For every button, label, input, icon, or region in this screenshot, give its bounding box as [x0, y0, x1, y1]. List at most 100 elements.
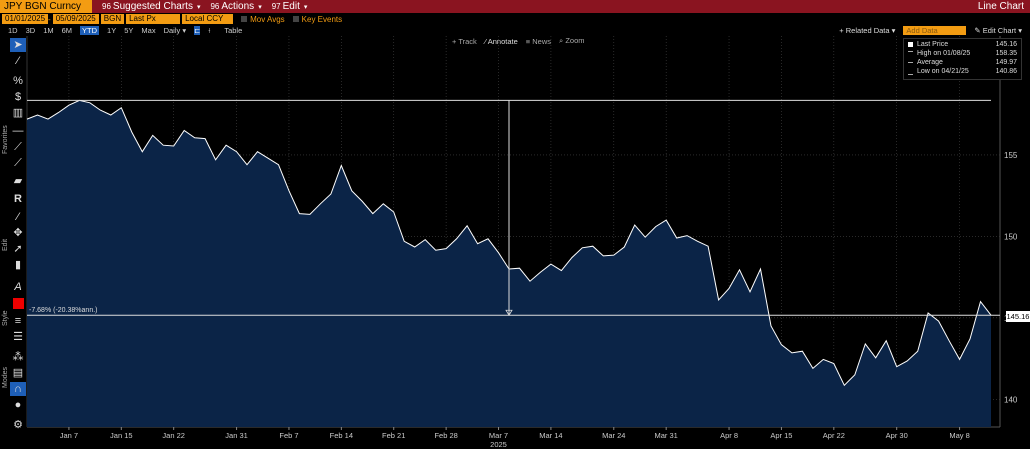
legend-value: 140.86 — [995, 68, 1017, 75]
layers-icon[interactable]: ▤ — [10, 366, 26, 380]
legend-label: Last Price — [917, 41, 949, 48]
regression-icon[interactable]: R — [10, 192, 26, 206]
period-bar-right: + Related Data ▾ Add Data ✎ Edit Chart ▾ — [839, 26, 1030, 35]
legend-value: 149.97 — [995, 59, 1017, 66]
columns-icon[interactable]: ▥ — [10, 106, 26, 120]
hline-icon[interactable]: — — [10, 124, 26, 138]
x-tick-label: Feb 21 — [382, 431, 405, 440]
annotate-label: Annotate — [487, 36, 518, 46]
x-tick-label: Apr 8 — [720, 431, 738, 440]
x-year-label: 2025 — [490, 440, 507, 449]
x-tick-label: Feb 28 — [434, 431, 457, 440]
legend-average: Average 149.97 — [907, 58, 1019, 67]
options-icon[interactable]: ⟊ — [208, 26, 210, 36]
news-label: News — [532, 36, 552, 46]
mov-avgs-checkbox[interactable] — [241, 16, 248, 22]
legend-marker — [908, 51, 913, 57]
percent-icon[interactable]: % — [10, 74, 26, 88]
cursor-icon[interactable]: ➤ — [10, 38, 26, 52]
period-6m[interactable]: 6M — [62, 26, 72, 35]
track-tool[interactable]: + Track — [452, 37, 477, 46]
currency-select[interactable]: Local CCY — [182, 14, 234, 24]
text-icon[interactable]: A — [10, 280, 26, 294]
trash-icon[interactable]: ▮ — [10, 258, 26, 272]
chart-type-icon[interactable]: ⊏ — [194, 26, 201, 35]
edit-menu[interactable]: 97 Edit ▾ — [272, 1, 308, 12]
end-date-field[interactable]: 05/09/2025 — [52, 14, 99, 24]
table-button[interactable]: Table — [224, 26, 242, 35]
settings-bar: 01/01/2025 - 05/09/2025 BGN Last Px Loca… — [0, 13, 1030, 25]
chart-toolbar: + Track ⁄ Annotate ≡ News ⌕ Zoom — [452, 36, 592, 46]
date-separator: - — [48, 14, 51, 24]
actions-menu[interactable]: 96 Actions ▾ — [210, 1, 261, 12]
x-tick-label: Feb 14 — [330, 431, 353, 440]
magnet-icon[interactable]: ∩ — [10, 382, 26, 396]
settings-gear-icon[interactable]: ⚙ — [10, 418, 26, 432]
chevron-down-icon: ▾ — [303, 3, 308, 11]
channel-icon[interactable]: ▰ — [10, 174, 26, 188]
period-bar: 1D 3D 1M 6M YTD 1Y 5Y Max Daily ▾ ⊏ ⟊ Ta… — [0, 25, 1030, 36]
trend-line-icon[interactable]: ⟋ — [10, 140, 26, 154]
source-field[interactable]: BGN — [100, 14, 125, 24]
x-tick-label: Jan 7 — [60, 431, 78, 440]
frequency-label: Daily — [163, 26, 181, 35]
ticker-field[interactable]: JPY BGN Curncy — [0, 0, 92, 13]
legend-value: 158.35 — [995, 50, 1017, 57]
drawing-sidebar: ➤ ⁄ % $ ▥ — ⟋ ⟋ ▰ R ⁄ ✥ ➚ ▮ A ≡ ☰ ⁂ ▤ ∩ … — [2, 36, 28, 436]
style-section-label: Style — [2, 310, 9, 326]
field-select[interactable]: Last Px — [126, 14, 181, 24]
edit-chart-label: Edit Chart — [982, 26, 1017, 35]
x-tick-label: Feb 7 — [279, 431, 298, 440]
zoom-tool[interactable]: ⌕ Zoom — [559, 36, 584, 46]
x-tick-label: Jan 15 — [110, 431, 133, 440]
period-1d[interactable]: 1D — [8, 26, 18, 35]
modes-section-label: Modes — [2, 366, 9, 388]
edit-chart-button[interactable]: ✎ Edit Chart ▾ — [974, 26, 1022, 35]
legend-label: Average — [917, 59, 943, 66]
period-ytd[interactable]: YTD — [80, 26, 100, 35]
annotation-label: -7.68% (-20.38%ann.) — [29, 307, 97, 314]
period-5y[interactable]: 5Y — [124, 26, 133, 35]
news-tool[interactable]: ≡ News — [526, 37, 551, 46]
suggested-charts-label: Suggested Charts — [112, 1, 193, 12]
frequency-select[interactable]: Daily ▾ — [164, 26, 187, 35]
track-label: Track — [458, 36, 477, 46]
fibonacci-icon[interactable]: $ — [10, 90, 26, 104]
chevron-down-icon: ▾ — [258, 3, 262, 11]
line-style-icon[interactable]: ≡ — [10, 314, 26, 328]
x-tick-label: Apr 30 — [886, 431, 908, 440]
color-swatch-icon[interactable] — [10, 296, 26, 310]
zoom-label: Zoom — [565, 36, 585, 45]
legend-label: High on 01/08/25 — [917, 50, 971, 57]
mov-avgs-label: Mov Avgs — [250, 14, 285, 24]
move-icon[interactable]: ✥ — [10, 226, 26, 240]
price-chart[interactable]: 140145150155Jan 7Jan 15Jan 22Jan 31Feb 7… — [0, 36, 1030, 449]
period-max[interactable]: Max — [141, 26, 155, 35]
pattern-icon[interactable]: ⁂ — [10, 350, 26, 364]
annotate-tool[interactable]: ⁄ Annotate — [485, 37, 518, 46]
key-events-label: Key Events — [301, 14, 343, 24]
pen-icon[interactable]: ⁄ — [10, 54, 26, 68]
related-data-button[interactable]: + Related Data ▾ — [839, 26, 895, 35]
suggested-charts-menu[interactable]: 96 Suggested Charts ▾ — [102, 1, 200, 12]
window-title: Line Chart — [977, 1, 1024, 12]
key-events-checkbox[interactable] — [292, 16, 299, 22]
start-date-field[interactable]: 01/01/2025 — [2, 14, 49, 24]
ray-icon[interactable]: ⟋ — [10, 156, 26, 170]
brush-icon[interactable]: ⁄ — [10, 210, 26, 224]
x-tick-label: Mar 24 — [602, 431, 625, 440]
legend-marker — [908, 69, 913, 75]
x-tick-label: Mar 31 — [655, 431, 678, 440]
y-tick-label: 140 — [1004, 395, 1018, 404]
line-width-icon[interactable]: ☰ — [10, 330, 26, 344]
legend-marker — [908, 42, 913, 47]
top-bar: JPY BGN Curncy 96 Suggested Charts ▾ 96 … — [0, 0, 1030, 13]
palette-icon[interactable]: ● — [10, 398, 26, 412]
period-3d[interactable]: 3D — [26, 26, 36, 35]
select-icon[interactable]: ➚ — [10, 242, 26, 256]
period-1y[interactable]: 1Y — [107, 26, 116, 35]
add-data-input[interactable]: Add Data — [903, 26, 967, 35]
legend-label: Low on 04/21/25 — [917, 68, 969, 75]
period-1m[interactable]: 1M — [43, 26, 53, 35]
chart-legend: Last Price 145.16 High on 01/08/25 158.3… — [903, 38, 1022, 80]
